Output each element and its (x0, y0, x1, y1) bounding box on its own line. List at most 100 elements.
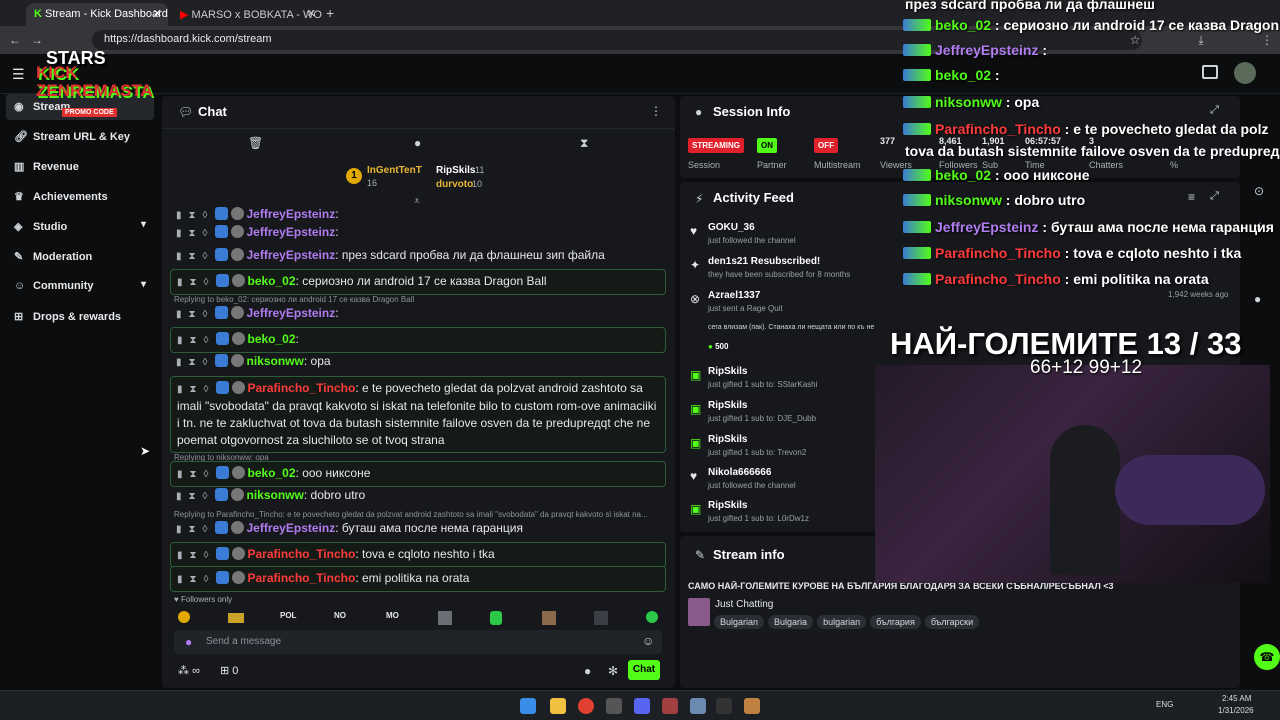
avatar[interactable] (1234, 62, 1256, 84)
chat-username[interactable]: Parafincho_Tincho (248, 381, 356, 395)
shield-icon[interactable]: ◊ (204, 381, 209, 398)
app-icon[interactable] (744, 698, 760, 714)
message-input[interactable]: Send a message (206, 636, 281, 647)
trash-icon[interactable]: 🗑︎ (248, 136, 263, 150)
chat-username[interactable]: beko_02 (248, 274, 296, 288)
tag[interactable]: Bulgaria (768, 615, 814, 629)
hourglass-icon[interactable]: ⧗ (190, 274, 197, 291)
chat-message[interactable]: ▮ ⧗ ◊ beko_02: (170, 327, 666, 353)
app-icon[interactable] (690, 698, 706, 714)
sidebar-item-moderation[interactable]: ✎ Moderation (6, 244, 154, 270)
bookmark-star-icon[interactable]: ☆ (1126, 31, 1144, 49)
emote-icon[interactable] (228, 613, 244, 623)
support-icon[interactable]: ☎ (1254, 644, 1280, 670)
hourglass-icon[interactable]: ⧗ (189, 354, 196, 371)
new-tab-plus-icon[interactable]: + (326, 5, 334, 21)
gift-counter[interactable]: ⊞ 0 (220, 664, 238, 677)
forward-arrow-icon[interactable]: → (28, 31, 46, 49)
mic-icon[interactable]: ● (185, 635, 192, 649)
points-indicator[interactable]: ⁂ ∞ (178, 664, 200, 677)
shield-icon[interactable]: ◊ (203, 225, 208, 242)
emote-mo[interactable]: MO (386, 611, 399, 620)
emote-icon[interactable] (646, 611, 658, 623)
chat-username[interactable]: JeffreyEpsteinz (247, 306, 336, 320)
chat-username[interactable]: JeffreyEpsteinz (247, 207, 336, 221)
shield-icon[interactable]: ◊ (203, 521, 208, 538)
chat-message[interactable]: ▮ ⧗ ◊ niksonww: dobro utro (170, 485, 666, 507)
emoji-icon[interactable]: ☺ (642, 634, 654, 648)
send-chat-button[interactable]: Chat (628, 660, 660, 680)
hourglass-icon[interactable]: ⧗ (190, 571, 197, 588)
shield-icon[interactable]: ◊ (203, 488, 208, 505)
app-icon[interactable] (606, 698, 622, 714)
download-icon[interactable]: ⤓ (1192, 31, 1210, 49)
language-indicator[interactable]: ENG (1156, 700, 1173, 709)
sidebar-item-community[interactable]: ☺ Community ▾ (6, 274, 154, 300)
chat-username[interactable]: JeffreyEpsteinz (247, 521, 336, 535)
hourglass-icon[interactable]: ⧗ (189, 248, 196, 265)
pin-icon[interactable]: ▮ (176, 354, 182, 371)
chat-message[interactable]: ▮ ⧗ ◊ JeffreyEpsteinz: буташ ама после нема… (170, 518, 666, 540)
chat-username[interactable]: beko_02 (248, 466, 296, 480)
pin-icon[interactable]: ▮ (177, 274, 183, 291)
shield-icon[interactable]: ◊ (204, 571, 209, 588)
tag[interactable]: българия (870, 615, 921, 629)
chat-message[interactable]: ▮ ⧗ ◊ beko_02: ооо никсоне (170, 461, 666, 487)
sidebar-item-revenue[interactable]: ▥ Revenue (6, 154, 154, 180)
emote-icon[interactable] (178, 611, 190, 623)
file-explorer-icon[interactable] (550, 698, 566, 714)
chat-username[interactable]: Parafincho_Tincho (248, 571, 356, 585)
close-icon[interactable]: ✕ (307, 7, 316, 20)
discord-icon[interactable] (634, 698, 650, 714)
popout-icon[interactable]: ⤢ (1210, 190, 1219, 203)
chat-bubble-icon[interactable]: ● (584, 664, 591, 678)
emote-pol[interactable]: POL (280, 611, 296, 620)
shield-icon[interactable]: ◊ (204, 332, 209, 349)
chat-username[interactable]: JeffreyEpsteinz (247, 248, 336, 262)
hourglass-icon[interactable]: ⧗ (189, 306, 196, 323)
pin-icon[interactable]: ▮ (176, 306, 182, 323)
obs-icon[interactable] (716, 698, 732, 714)
close-icon[interactable]: ✕ (153, 7, 162, 20)
tag[interactable]: bulgarian (817, 615, 867, 629)
pin-icon[interactable]: ▮ (176, 488, 182, 505)
tag[interactable]: български (924, 615, 980, 629)
chat-message[interactable]: ▮ ⧗ ◊ Parafincho_Tincho: emi politika na or… (170, 566, 666, 592)
hamburger-menu-icon[interactable]: ☰ (12, 66, 25, 83)
menu-dots-icon[interactable]: ⋮ (1258, 31, 1276, 49)
chat-username[interactable]: niksonww (247, 488, 304, 502)
shield-icon[interactable]: ◊ (204, 274, 209, 291)
pin-icon[interactable]: ▮ (176, 248, 182, 265)
chat-message[interactable]: ▮ ⧗ ◊ Parafincho_Tincho: tova e cqloto nesh… (170, 542, 666, 568)
pin-icon[interactable]: ▮ (176, 225, 182, 242)
target-icon[interactable]: ⊙ (1254, 184, 1264, 198)
hourglass-icon[interactable]: ⧗ (189, 225, 196, 242)
emote-no[interactable]: NO (334, 611, 346, 620)
emote-icon[interactable] (542, 611, 556, 625)
shield-icon[interactable]: ◊ (203, 354, 208, 371)
sidebar-item-achievements[interactable]: ♛ Achievements (6, 184, 154, 210)
hourglass-icon[interactable]: ⧗ (190, 466, 197, 483)
chat-message[interactable]: ▮ ⧗ ◊ beko_02: сериозно ли android 17 се ка… (170, 269, 666, 295)
hourglass-icon[interactable]: ⧗ (580, 136, 588, 151)
chat-settings-icon[interactable]: ● (414, 136, 421, 150)
pin-icon[interactable]: ▮ (177, 571, 183, 588)
start-icon[interactable] (520, 698, 536, 714)
shield-icon[interactable]: ◊ (203, 306, 208, 323)
tab-youtube[interactable]: ▶ MARSO x BOBKATA - WOW ✕ (172, 3, 322, 26)
gear-icon[interactable]: ✻ (608, 664, 618, 678)
app-icon[interactable] (662, 698, 678, 714)
pin-icon[interactable]: ▮ (177, 332, 183, 349)
hourglass-icon[interactable]: ⧗ (189, 488, 196, 505)
pin-icon[interactable]: ▮ (177, 547, 183, 564)
chat-message[interactable]: ▮ ⧗ ◊ JeffreyEpsteinz: (170, 303, 666, 325)
chat-bubble-icon[interactable]: ● (1254, 292, 1261, 306)
chat-message[interactable]: ▮ ⧗ ◊ JeffreyEpsteinz: (170, 222, 666, 244)
back-arrow-icon[interactable]: ← (6, 31, 24, 49)
emote-icon[interactable] (594, 611, 608, 625)
shield-icon[interactable]: ◊ (204, 547, 209, 564)
chat-username[interactable]: Parafincho_Tincho (248, 547, 356, 561)
chat-username[interactable]: niksonww (247, 354, 304, 368)
chat-username[interactable]: beko_02 (248, 332, 296, 346)
screen-icon[interactable] (1202, 65, 1218, 79)
